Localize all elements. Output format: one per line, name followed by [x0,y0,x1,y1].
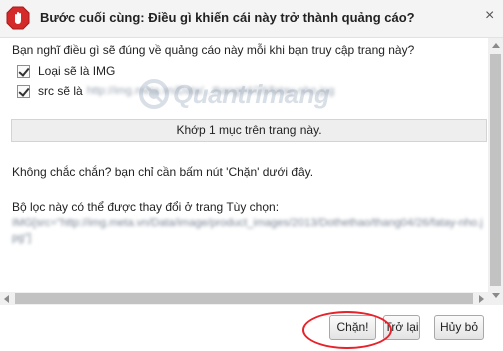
horizontal-scrollbar[interactable] [0,292,488,305]
type-option-label: Loại sẽ là IMG [38,64,116,78]
filter-rule-text[interactable]: IMG[src="http://img.meta.vn/Data/image/p… [12,216,488,246]
dialog-titlebar: Bước cuối cùng: Điều gì khiến cái này tr… [0,0,503,38]
option-src: src sẽ là http://img.meta.vn/Data/...tha… [17,83,334,99]
scroll-down-icon[interactable] [490,290,501,301]
back-button[interactable]: Trở lại [383,315,420,340]
block-element-dialog: Bước cuối cùng: Điều gì khiến cái này tr… [0,0,503,351]
type-checkbox[interactable] [17,64,30,78]
horizontal-scroll-thumb[interactable] [15,293,473,304]
vertical-scrollbar[interactable] [488,38,503,305]
dialog-content: Bạn nghĩ điều gì sẽ đúng về quảng cáo nà… [0,38,488,288]
scroll-right-icon[interactable] [476,293,487,304]
close-icon[interactable]: × [485,8,494,24]
dialog-footer: Chặn! Trở lại Hủy bỏ [0,305,503,351]
block-button[interactable]: Chặn! [329,315,376,340]
option-type: Loại sẽ là IMG [17,63,115,79]
question-text: Bạn nghĩ điều gì sẽ đúng về quảng cáo nà… [12,43,415,57]
filter-label: Bộ lọc này có thể được thay đổi ở trang … [12,200,280,214]
src-checkbox[interactable] [17,84,30,98]
match-count-box: Khớp 1 mục trên trang này. [11,119,487,142]
dialog-title: Bước cuối cùng: Điều gì khiến cái này tr… [40,10,415,25]
cancel-button[interactable]: Hủy bỏ [434,315,484,340]
src-option-value: http://img.meta.vn/Data/...thang04/26/fa… [86,85,335,97]
stop-hand-icon [6,6,30,30]
scroll-up-icon[interactable] [490,40,501,51]
vertical-scroll-thumb[interactable] [490,54,501,286]
scroll-left-icon[interactable] [1,293,12,304]
src-option-label: src sẽ là [38,84,83,98]
hint-text: Không chắc chắn? bạn chỉ cần bấm nút 'Ch… [12,165,314,179]
